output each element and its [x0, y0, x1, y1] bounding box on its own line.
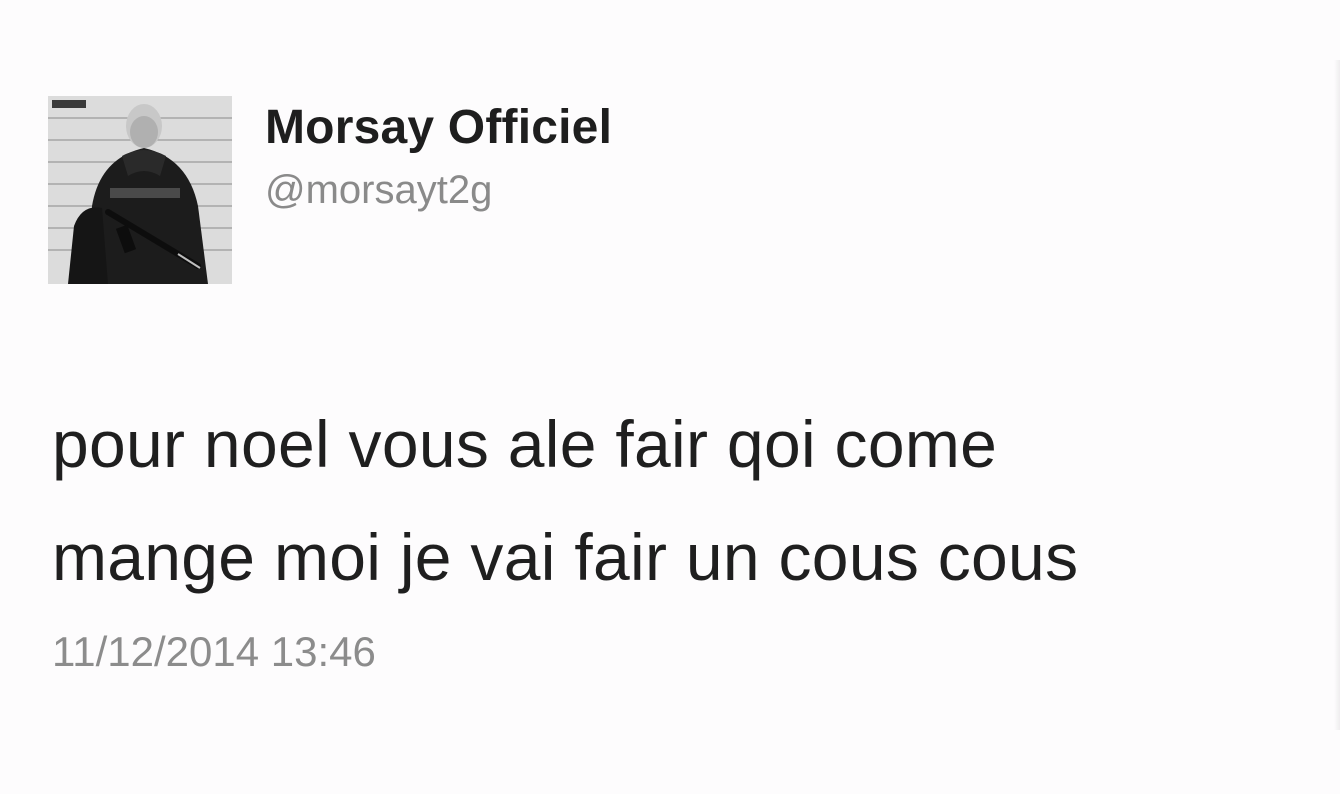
author-handle[interactable]: @morsayt2g: [265, 168, 492, 213]
tweet-text: pour noel vous ale fair qoi come mange m…: [52, 388, 1312, 614]
tweet-text-line-1: pour noel vous ale fair qoi come: [52, 407, 998, 481]
avatar-photo-icon: [48, 96, 232, 284]
tweet-card: Morsay Officiel @morsayt2g pour noel vou…: [0, 0, 1330, 794]
author-display-name[interactable]: Morsay Officiel: [265, 100, 612, 155]
tweet-timestamp[interactable]: 11/12/2014 13:46: [52, 628, 376, 676]
avatar[interactable]: [48, 96, 232, 284]
screen-edge-shadow: [1334, 60, 1340, 730]
tweet-text-line-2: mange moi je vai fair un cous cous: [52, 520, 1079, 594]
